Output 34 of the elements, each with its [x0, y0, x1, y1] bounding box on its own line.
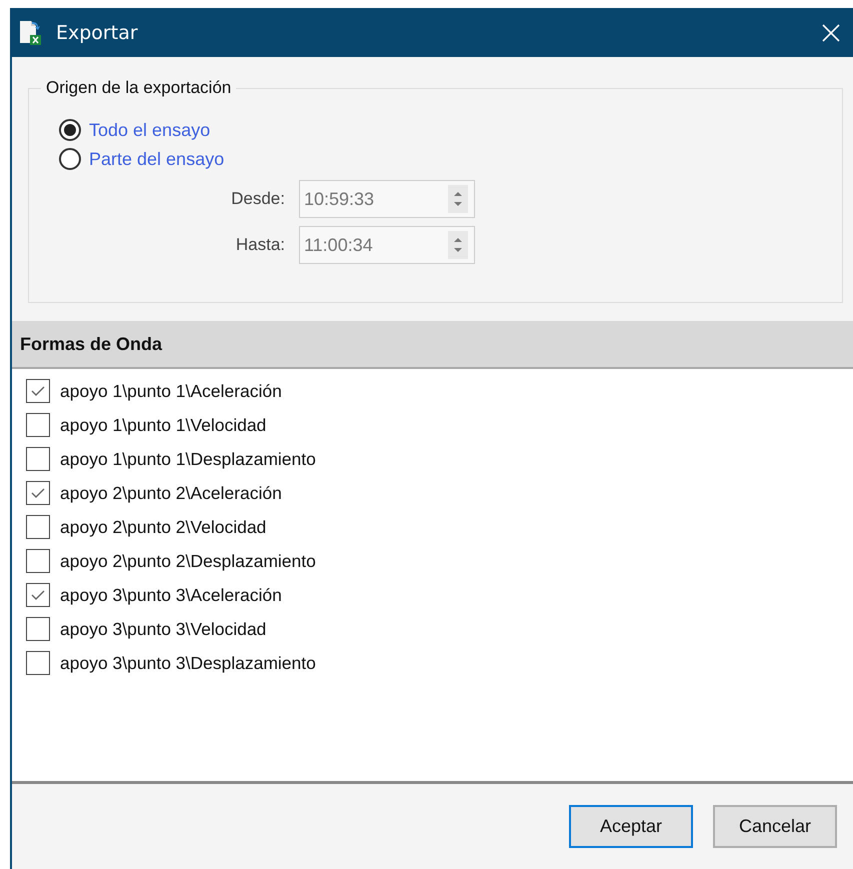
- checkmark-icon: [31, 385, 45, 397]
- waveform-item[interactable]: apoyo 2\punto 2\Aceleración: [26, 476, 282, 510]
- waveform-item[interactable]: apoyo 2\punto 2\Desplazamiento: [26, 544, 316, 578]
- radio-button[interactable]: [59, 148, 81, 170]
- dialog-button[interactable]: Aceptar: [569, 805, 693, 848]
- field-label: Hasta:: [234, 235, 286, 255]
- group-title: Origen de la exportación: [41, 78, 236, 98]
- checkbox[interactable]: [26, 583, 50, 607]
- radio-option[interactable]: Parte del ensayo: [59, 148, 224, 170]
- checkbox[interactable]: [26, 379, 50, 403]
- checkbox[interactable]: [26, 515, 50, 539]
- spreadsheet-export-icon: [18, 20, 42, 46]
- checkbox[interactable]: [26, 481, 50, 505]
- field-label: Desde:: [230, 189, 286, 209]
- checkbox[interactable]: [26, 413, 50, 437]
- checkbox[interactable]: [26, 549, 50, 573]
- waveform-item[interactable]: apoyo 3\punto 3\Velocidad: [26, 612, 266, 646]
- checkbox[interactable]: [26, 447, 50, 471]
- radio-option[interactable]: Todo el ensayo: [59, 119, 210, 141]
- list-header: Formas de Onda: [12, 321, 853, 369]
- checkmark-icon: [31, 589, 45, 601]
- waveform-item[interactable]: apoyo 2\punto 2\Velocidad: [26, 510, 266, 544]
- waveform-item[interactable]: apoyo 3\punto 3\Desplazamiento: [26, 646, 316, 680]
- close-icon: [821, 22, 841, 42]
- dialog-button[interactable]: Cancelar: [713, 805, 837, 848]
- waveform-item[interactable]: apoyo 1\punto 1\Desplazamiento: [26, 442, 316, 476]
- waveform-item[interactable]: apoyo 1\punto 1\Velocidad: [26, 408, 266, 442]
- checkmark-icon: [31, 487, 45, 499]
- radio-button[interactable]: [59, 119, 81, 141]
- checkbox[interactable]: [26, 617, 50, 641]
- window-title: Exportar: [56, 22, 139, 44]
- checkbox[interactable]: [26, 651, 50, 675]
- waveform-item[interactable]: apoyo 1\punto 1\Aceleración: [26, 374, 282, 408]
- waveform-item[interactable]: apoyo 3\punto 3\Aceleración: [26, 578, 282, 612]
